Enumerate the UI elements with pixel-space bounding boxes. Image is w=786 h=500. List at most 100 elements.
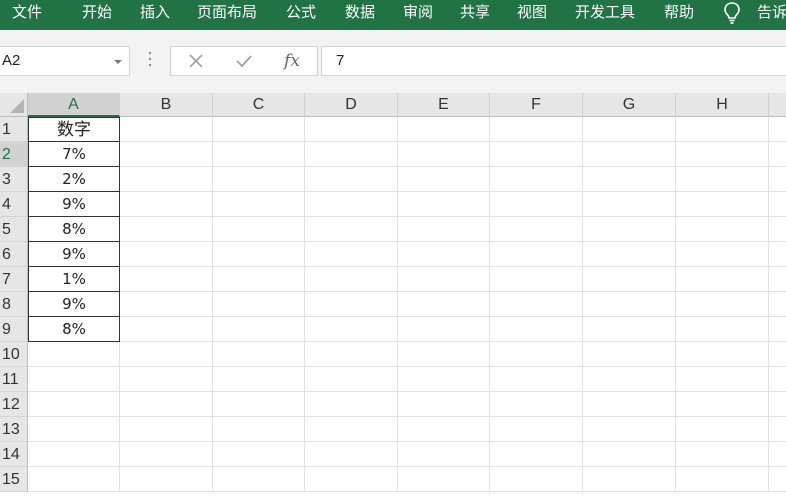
cell-e12[interactable] [398, 392, 490, 417]
cell-b4[interactable] [120, 192, 213, 217]
cell-f14[interactable] [490, 442, 583, 467]
cell-e8[interactable] [398, 292, 490, 317]
cell-c6[interactable] [213, 242, 305, 267]
row-header-15[interactable]: 15 [0, 467, 28, 492]
menu-page-layout[interactable]: 页面布局 [197, 0, 257, 30]
column-header-partial[interactable] [769, 93, 786, 117]
cell-d6[interactable] [305, 242, 398, 267]
menu-developer[interactable]: 开发工具 [575, 0, 635, 30]
cell-f6[interactable] [490, 242, 583, 267]
row-header-7[interactable]: 7 [0, 267, 28, 292]
cell-h7[interactable] [676, 267, 769, 292]
resize-handle-icon[interactable] [148, 52, 152, 68]
cell-i9[interactable] [769, 317, 786, 342]
cell-i3[interactable] [769, 167, 786, 192]
row-header-3[interactable]: 3 [0, 167, 28, 192]
cell-c2[interactable] [213, 142, 305, 167]
cell-c5[interactable] [213, 217, 305, 242]
cell-c10[interactable] [213, 342, 305, 367]
cell-f11[interactable] [490, 367, 583, 392]
cell-a10[interactable] [28, 342, 120, 367]
cell-h4[interactable] [676, 192, 769, 217]
cell-a7[interactable]: 1% [28, 266, 120, 292]
cell-f2[interactable] [490, 142, 583, 167]
cell-c13[interactable] [213, 417, 305, 442]
cell-e7[interactable] [398, 267, 490, 292]
cell-a4[interactable]: 9% [28, 191, 120, 217]
cell-a3[interactable]: 2% [28, 166, 120, 192]
cell-e9[interactable] [398, 317, 490, 342]
cell-c8[interactable] [213, 292, 305, 317]
cell-a2[interactable]: 7% [28, 141, 120, 167]
cell-e10[interactable] [398, 342, 490, 367]
cell-i13[interactable] [769, 417, 786, 442]
cell-h15[interactable] [676, 467, 769, 492]
cell-f9[interactable] [490, 317, 583, 342]
cell-g5[interactable] [583, 217, 676, 242]
select-all-button[interactable] [0, 93, 28, 117]
cell-b2[interactable] [120, 142, 213, 167]
row-header-5[interactable]: 5 [0, 217, 28, 242]
row-header-9[interactable]: 9 [0, 317, 28, 342]
cell-a15[interactable] [28, 467, 120, 492]
menu-view[interactable]: 视图 [517, 0, 547, 30]
cell-d4[interactable] [305, 192, 398, 217]
cell-e15[interactable] [398, 467, 490, 492]
cell-d11[interactable] [305, 367, 398, 392]
cell-f4[interactable] [490, 192, 583, 217]
cell-c1[interactable] [213, 117, 305, 142]
row-header-1[interactable]: 1 [0, 117, 28, 142]
cell-d1[interactable] [305, 117, 398, 142]
name-box[interactable]: A2 [0, 46, 130, 76]
column-header-c[interactable]: C [213, 93, 305, 117]
cell-b7[interactable] [120, 267, 213, 292]
cell-e1[interactable] [398, 117, 490, 142]
cell-g15[interactable] [583, 467, 676, 492]
menu-home[interactable]: 开始 [82, 0, 112, 30]
cell-e4[interactable] [398, 192, 490, 217]
cell-d8[interactable] [305, 292, 398, 317]
cell-f13[interactable] [490, 417, 583, 442]
cell-i15[interactable] [769, 467, 786, 492]
cell-i14[interactable] [769, 442, 786, 467]
cell-i2[interactable] [769, 142, 786, 167]
cell-i8[interactable] [769, 292, 786, 317]
cell-a6[interactable]: 9% [28, 241, 120, 267]
cell-g11[interactable] [583, 367, 676, 392]
cell-f15[interactable] [490, 467, 583, 492]
menu-formulas[interactable]: 公式 [286, 0, 316, 30]
cell-h1[interactable] [676, 117, 769, 142]
cell-i5[interactable] [769, 217, 786, 242]
column-header-a[interactable]: A [28, 93, 120, 117]
cell-h9[interactable] [676, 317, 769, 342]
cell-b13[interactable] [120, 417, 213, 442]
column-header-b[interactable]: B [120, 93, 213, 117]
cell-b10[interactable] [120, 342, 213, 367]
cell-b3[interactable] [120, 167, 213, 192]
cell-e13[interactable] [398, 417, 490, 442]
cell-a8[interactable]: 9% [28, 291, 120, 317]
cell-c14[interactable] [213, 442, 305, 467]
cell-d13[interactable] [305, 417, 398, 442]
insert-function-button[interactable]: fx [275, 47, 309, 75]
cell-g4[interactable] [583, 192, 676, 217]
cell-a11[interactable] [28, 367, 120, 392]
row-header-2[interactable]: 2 [0, 142, 28, 167]
cell-a1[interactable]: 数字 [28, 117, 120, 142]
cell-i11[interactable] [769, 367, 786, 392]
cell-b12[interactable] [120, 392, 213, 417]
cell-c3[interactable] [213, 167, 305, 192]
cell-g3[interactable] [583, 167, 676, 192]
column-header-f[interactable]: F [490, 93, 583, 117]
cell-b9[interactable] [120, 317, 213, 342]
cell-e5[interactable] [398, 217, 490, 242]
cell-b14[interactable] [120, 442, 213, 467]
cell-f12[interactable] [490, 392, 583, 417]
menu-data[interactable]: 数据 [345, 0, 375, 30]
cell-g10[interactable] [583, 342, 676, 367]
row-header-10[interactable]: 10 [0, 342, 28, 367]
cell-d3[interactable] [305, 167, 398, 192]
cell-d7[interactable] [305, 267, 398, 292]
row-header-14[interactable]: 14 [0, 442, 28, 467]
cell-d12[interactable] [305, 392, 398, 417]
